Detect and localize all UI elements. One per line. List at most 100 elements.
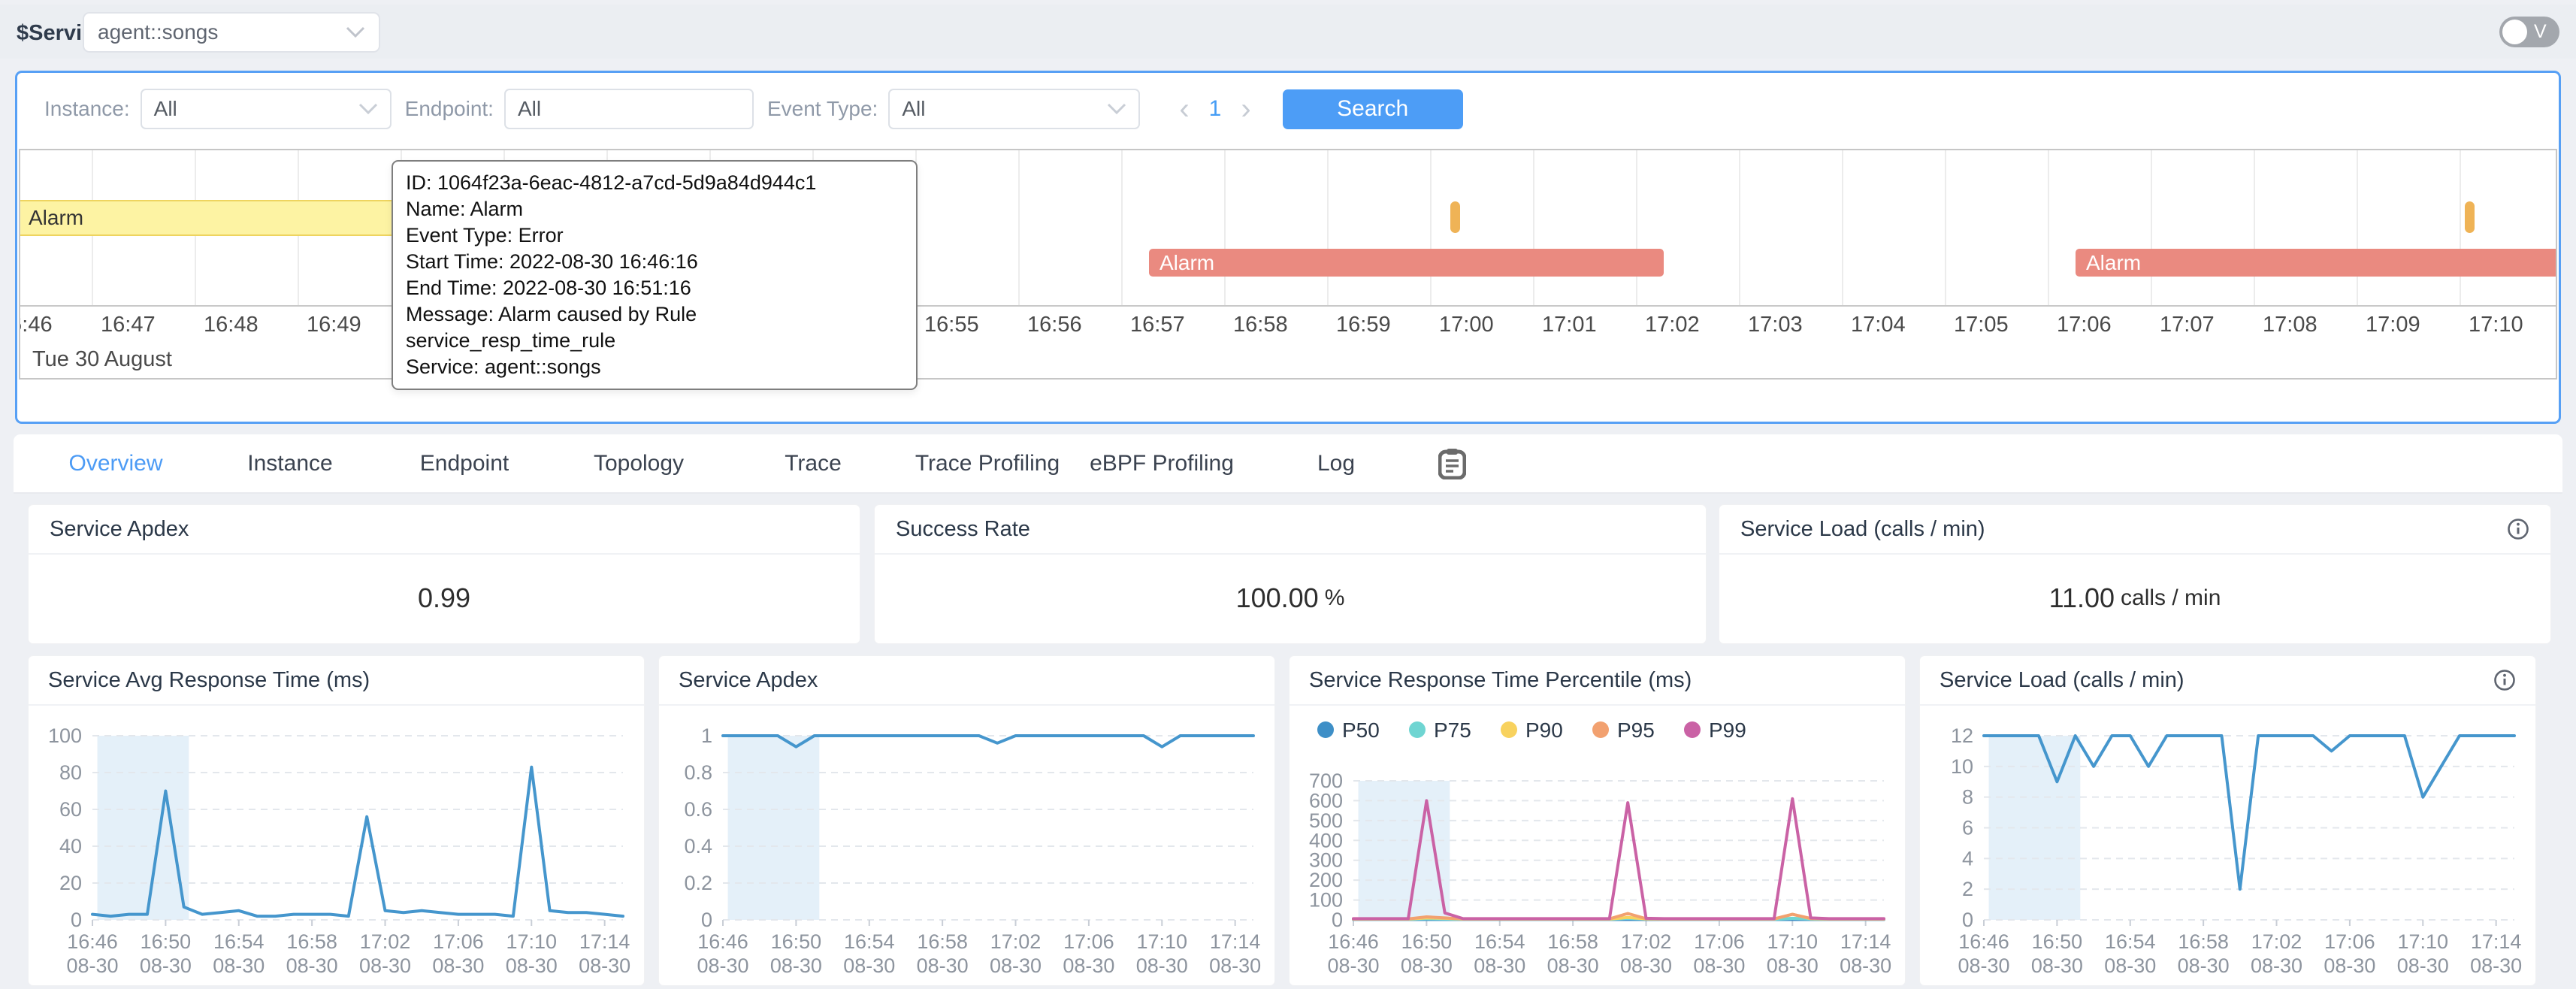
tab-overview[interactable]: Overview [29,451,203,476]
filter-value: All [902,97,1107,121]
metric-card-service-load: Service Load (calls / min) 11.00 calls /… [1719,504,2551,644]
timeline-gridline [2460,150,2461,305]
svg-text:17:02: 17:02 [2251,930,2302,953]
tooltip-line: Service: agent::songs [406,354,903,380]
svg-text:17:10: 17:10 [1767,930,1818,953]
timeline-gridline [1327,150,1329,305]
svg-text:16:46: 16:46 [67,930,118,953]
filter-label-instance: Instance: [44,97,130,121]
svg-text:16:50: 16:50 [1401,930,1453,953]
svg-text:16:50: 16:50 [141,930,192,953]
filter-label-eventtype: Event Type: [767,97,878,121]
timeline-tick-label: 16:48 [204,313,259,337]
svg-text:16:54: 16:54 [213,930,265,953]
svg-text:08-30: 08-30 [2251,954,2302,977]
svg-text:P95: P95 [1617,718,1655,742]
svg-text:17:02: 17:02 [1621,930,1672,953]
next-page-button[interactable]: › [1230,90,1261,128]
timeline-event-marker[interactable] [2465,201,2475,233]
svg-text:80: 80 [59,761,82,784]
timeline-tick-label: 17:01 [1542,313,1597,337]
service-select[interactable]: agent::songs [83,12,380,53]
timeline-tick-label: 17:09 [2366,313,2420,337]
svg-text:P75: P75 [1434,718,1471,742]
timeline-event-alarm-bar[interactable]: Alarm [1149,249,1664,277]
clipboard-icon[interactable] [1438,448,1466,479]
svg-text:08-30: 08-30 [697,954,748,977]
svg-text:08-30: 08-30 [66,954,118,977]
tooltip-line: Start Time: 2022-08-30 16:46:16 [406,249,903,275]
chart-card-service-apdex: Service Apdex00.20.40.60.8116:4608-3016:… [658,655,1275,986]
svg-text:200: 200 [1309,869,1343,891]
timeline-tick-label: 17:03 [1748,313,1803,337]
svg-text:16:46: 16:46 [1328,930,1379,953]
svg-text:16:58: 16:58 [1547,930,1598,953]
tab-trace[interactable]: Trace [726,451,900,476]
tab-instance[interactable]: Instance [203,451,377,476]
search-button[interactable]: Search [1283,89,1463,129]
svg-text:08-30: 08-30 [1958,954,2009,977]
chevron-down-icon [346,26,365,38]
timeline-gridline [1430,150,1432,305]
timeline-event-marker[interactable] [1450,201,1460,233]
svg-text:16:58: 16:58 [286,930,337,953]
tab-trace-profiling[interactable]: Trace Profiling [900,451,1075,476]
svg-text:P50: P50 [1342,718,1380,742]
svg-text:16:54: 16:54 [2105,930,2156,953]
svg-text:12: 12 [1951,724,1973,747]
svg-text:08-30: 08-30 [843,954,895,977]
chart-title: Service Response Time Percentile (ms) [1309,668,1885,693]
timeline-tick-label: 17:00 [1439,313,1494,337]
toggle-knob [2502,20,2527,44]
timeline-event-alarm-bar[interactable]: Alarm [2076,249,2557,277]
metric-value: 100.00 [1236,582,1319,614]
svg-text:16:50: 16:50 [771,930,822,953]
timeline-tick-label: 17:08 [2263,313,2317,337]
svg-text:08-30: 08-30 [432,954,484,977]
filter-select-2[interactable]: All [888,89,1140,129]
svg-text:17:06: 17:06 [1694,930,1745,953]
tooltip-line: End Time: 2022-08-30 16:51:16 [406,275,903,301]
chart-card-service-load: Service Load (calls / min)02468101216:46… [1919,655,2536,986]
metric-card-service-apdex: Service Apdex 0.99 [28,504,860,644]
theme-toggle[interactable]: V [2499,17,2559,47]
svg-text:17:02: 17:02 [360,930,411,953]
svg-text:0.6: 0.6 [684,798,712,821]
tab-log[interactable]: Log [1249,451,1423,476]
timeline-gridline [1018,150,1020,305]
current-page-number: 1 [1200,96,1231,122]
chart-plot: 00.20.40.60.8116:4608-3016:5008-3016:540… [659,706,1274,985]
events-panel: Instance:AllEndpoint:AllEvent Type:All ‹… [15,71,2561,424]
timeline-gridline [1636,150,1637,305]
prev-page-button[interactable]: ‹ [1169,90,1199,128]
timeline-tick-label: 16:49 [307,313,361,337]
svg-text:17:14: 17:14 [1840,930,1891,953]
chart-plot: 010020030040050060070016:4608-3016:5008-… [1290,706,1905,985]
svg-text:08-30: 08-30 [1401,954,1453,977]
svg-text:08-30: 08-30 [2104,954,2156,977]
info-icon[interactable] [2507,518,2529,540]
svg-text:17:14: 17:14 [1210,930,1261,953]
tooltip-line: Name: Alarm [406,196,903,222]
service-select-value: agent::songs [98,20,346,44]
svg-text:08-30: 08-30 [286,954,338,977]
filter-input-1[interactable]: All [504,89,754,129]
tab-endpoint[interactable]: Endpoint [377,451,552,476]
tab-topology[interactable]: Topology [552,451,726,476]
tab-ebpf-profiling[interactable]: eBPF Profiling [1075,451,1249,476]
timeline-gridline [1533,150,1534,305]
svg-text:0: 0 [701,909,712,931]
timeline-tick-label: 16:58 [1233,313,1288,337]
timeline-tick-label: 17:07 [2160,313,2215,337]
chart-card-avg-response-time: Service Avg Response Time (ms)0204060801… [28,655,645,986]
svg-text:0.8: 0.8 [684,761,712,784]
chart-title: Service Avg Response Time (ms) [48,668,624,693]
info-icon[interactable] [2493,669,2516,691]
filter-select-0[interactable]: All [141,89,392,129]
metric-title: Service Load (calls / min) [1740,517,2507,542]
metric-unit: % [1325,585,1345,611]
svg-text:17:14: 17:14 [2471,930,2522,953]
svg-text:17:10: 17:10 [2397,930,2448,953]
svg-text:17:02: 17:02 [990,930,1042,953]
svg-text:100: 100 [1309,889,1343,912]
